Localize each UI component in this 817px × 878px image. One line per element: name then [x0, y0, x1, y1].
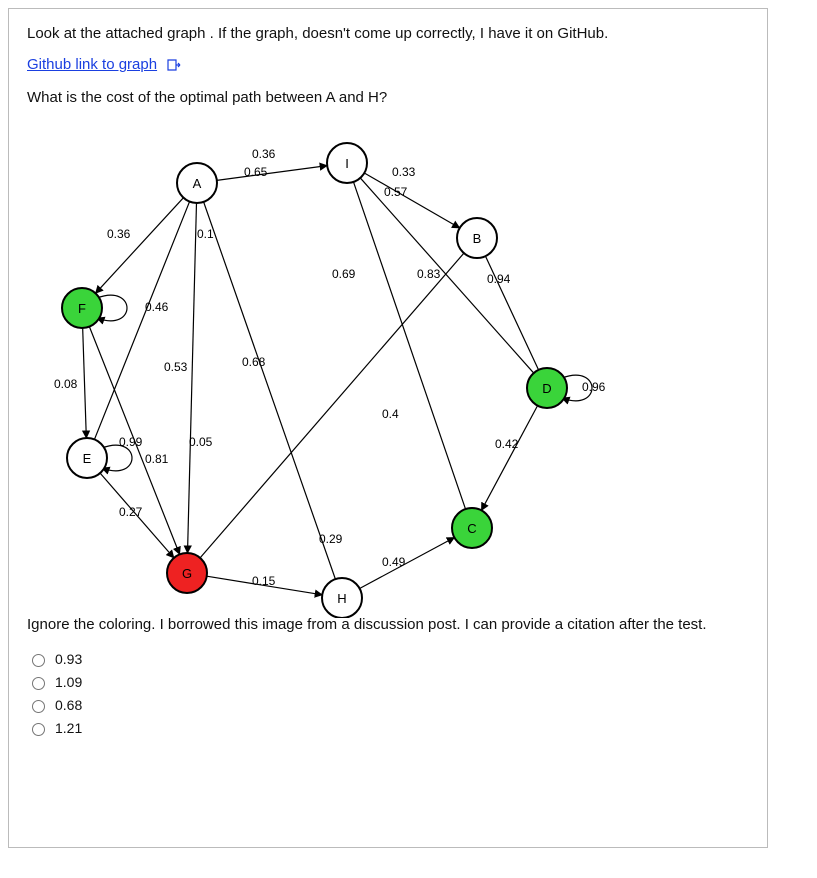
edge-weight: 0.36: [107, 227, 131, 241]
graph-node-A: [177, 163, 217, 203]
edge-weight: 0.33: [392, 165, 416, 179]
github-link[interactable]: Github link to graph: [27, 56, 157, 73]
graph-node-C: [452, 508, 492, 548]
edge-weight: 0.36: [252, 147, 276, 161]
edge-weight: 0.83: [417, 267, 441, 281]
graph-node-D: [527, 368, 567, 408]
question-note: Ignore the coloring. I borrowed this ima…: [27, 616, 749, 633]
edge-weight: 0.81: [145, 452, 169, 466]
graph-node-H: [322, 578, 362, 618]
edge-weight: 0.42: [495, 437, 519, 451]
edge-weight: 0.4: [382, 407, 399, 421]
graph-node-B: [457, 218, 497, 258]
answer-option[interactable]: 1.21: [27, 720, 749, 736]
question-line-2: What is the cost of the optimal path bet…: [27, 87, 749, 108]
edge-weight: 0.53: [164, 360, 188, 374]
answer-radio[interactable]: [32, 723, 45, 736]
answer-radio[interactable]: [32, 654, 45, 667]
question-link-line: Github link to graph: [27, 54, 749, 77]
edge-weight: 0.65: [244, 165, 268, 179]
edge-weight: 0.08: [54, 377, 78, 391]
answer-option[interactable]: 1.09: [27, 674, 749, 690]
graph-diagram: 0.36 0.65 0.33 0.57 0.36 0.1 0.68 0.69 0.83 0.4 0.…: [27, 118, 627, 608]
answer-option[interactable]: 0.93: [27, 651, 749, 667]
edge-weight: 0.99: [119, 435, 143, 449]
graph-node-F: [62, 288, 102, 328]
edge-weight: 0.46: [145, 300, 169, 314]
answer-label: 1.09: [55, 674, 82, 690]
question-text: Look at the attached graph . If the grap…: [27, 23, 749, 108]
edge-weight: 0.05: [189, 435, 213, 449]
graph-node-E: [67, 438, 107, 478]
answer-option[interactable]: 0.68: [27, 697, 749, 713]
edge-weight: 0.27: [119, 505, 143, 519]
answer-radio[interactable]: [32, 677, 45, 690]
edge-weight: 0.69: [332, 267, 356, 281]
edge-weight: 0.49: [382, 555, 406, 569]
edge-weight: 0.1: [197, 227, 214, 241]
answer-label: 1.21: [55, 720, 82, 736]
edge-weight: 0.68: [242, 355, 266, 369]
graph-node-G: [167, 553, 207, 593]
graph-node-I: [327, 143, 367, 183]
answer-radio[interactable]: [32, 700, 45, 713]
question-line-1: Look at the attached graph . If the grap…: [27, 23, 749, 44]
answer-label: 0.68: [55, 697, 82, 713]
edge-weight: 0.57: [384, 185, 408, 199]
edge-weight: 0.96: [582, 380, 606, 394]
question-card: Look at the attached graph . If the grap…: [8, 8, 768, 848]
external-link-icon: [167, 56, 181, 77]
answer-label: 0.93: [55, 651, 82, 667]
answer-options: 0.93 1.09 0.68 1.21: [27, 651, 749, 736]
